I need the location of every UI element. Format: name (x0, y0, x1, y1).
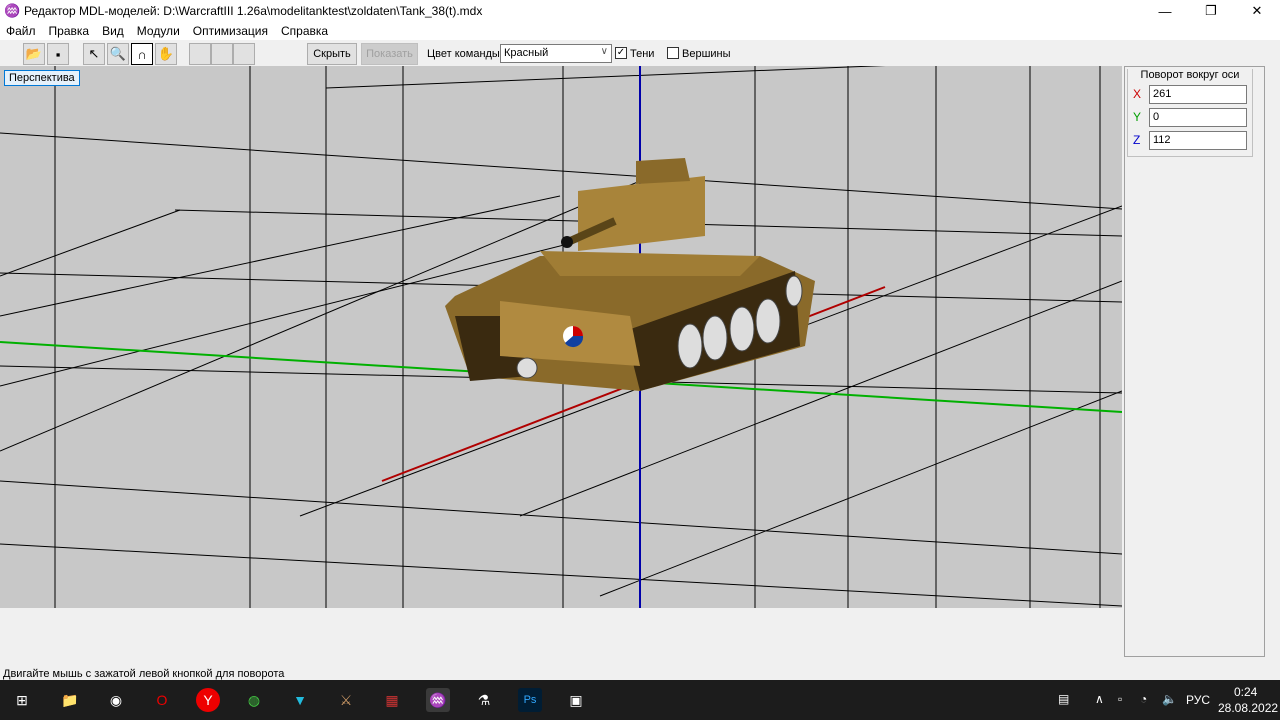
open-icon[interactable]: 📂 (23, 43, 45, 65)
menu-modules[interactable]: Модули (137, 24, 180, 38)
toolbar: 📂 ▪ ↖ 🔍 ∩ ✋ Скрыть Показать Цвет команды… (0, 41, 1280, 66)
flask-icon[interactable]: ⚗ (472, 688, 496, 712)
perspective-label[interactable]: Перспектива (4, 70, 80, 86)
grid-and-model (0, 66, 1122, 608)
blank-tool-1[interactable] (189, 43, 211, 65)
window-title: Редактор MDL-моделей: D:\WarcraftIII 1.2… (24, 4, 483, 18)
status-bar: Двигайте мышь с зажатой левой кнопкой дл… (3, 668, 285, 680)
rotation-x-input[interactable]: 261 (1149, 85, 1247, 104)
rotation-title: Поворот вокруг оси (1128, 69, 1252, 81)
menu-optimization[interactable]: Оптимизация (193, 24, 268, 38)
rotation-panel: Поворот вокруг оси X 261 Y 0 Z 112 (1124, 66, 1265, 657)
start-icon[interactable]: ⊞ (10, 688, 34, 712)
rotation-group: Поворот вокруг оси X 261 Y 0 Z 112 (1127, 69, 1253, 157)
mdl-editor-icon[interactable]: ♒ (426, 688, 450, 712)
app-icon: ♒ (4, 3, 21, 18)
taskbar: ⊞ 📁 ◉ O Y ◍ ▼ ⚔ ▦ ♒ ⚗ Ps ▣ ▤ ∧ ▫ ◔ 🔈 РУС… (0, 680, 1280, 720)
3d-viewport[interactable]: Перспектива (0, 66, 1122, 608)
wifi-icon[interactable]: ◔ (1140, 692, 1147, 706)
title-bar: ♒ Редактор MDL-моделей: D:\WarcraftIII 1… (0, 0, 1280, 22)
shadows-checkbox[interactable]: ✓ (615, 47, 627, 59)
vertices-label: Вершины (682, 48, 731, 60)
menu-view[interactable]: Вид (102, 24, 124, 38)
torrent-icon[interactable]: ◍ (242, 688, 266, 712)
camera-icon[interactable]: ▫ (1118, 692, 1122, 706)
close-button[interactable]: ✕ (1234, 0, 1280, 22)
warcraft-icon[interactable]: ⚔ (334, 688, 358, 712)
window-app-icon[interactable]: ▣ (564, 688, 588, 712)
menu-bar: Файл Правка Вид Модули Оптимизация Справ… (0, 22, 1280, 40)
shadows-label: Тени (630, 48, 655, 60)
team-color-select[interactable]: Красный ∨ (500, 44, 612, 63)
hide-button[interactable]: Скрыть (307, 43, 357, 65)
minimize-button[interactable]: — (1142, 0, 1188, 22)
clock-time[interactable]: 0:24 (1234, 685, 1257, 699)
show-button[interactable]: Показать (361, 43, 418, 65)
vpn-icon[interactable]: ▼ (288, 688, 312, 712)
menu-help[interactable]: Справка (281, 24, 328, 38)
volume-icon[interactable]: 🔈 (1162, 692, 1177, 706)
opera-icon[interactable]: O (150, 688, 174, 712)
blank-tool-2[interactable] (211, 43, 233, 65)
yandex-icon[interactable]: Y (196, 688, 220, 712)
z-label: Z (1133, 133, 1141, 147)
team-color-value: Красный (504, 47, 549, 59)
x-label: X (1133, 87, 1142, 101)
restore-button[interactable]: ❐ (1188, 0, 1234, 22)
menu-file[interactable]: Файл (6, 24, 36, 38)
zoom-icon[interactable]: 🔍 (107, 43, 129, 65)
team-color-label: Цвет команды: (427, 48, 503, 60)
select-icon[interactable]: ↖ (83, 43, 105, 65)
chevron-down-icon: ∨ (600, 46, 608, 57)
tank-model (445, 158, 815, 391)
y-label: Y (1133, 110, 1142, 124)
pan-hand-icon[interactable]: ✋ (155, 43, 177, 65)
steam-icon[interactable]: ◉ (104, 688, 128, 712)
save-icon[interactable]: ▪ (47, 43, 69, 65)
language-indicator[interactable]: РУС (1186, 693, 1210, 707)
blank-tool-3[interactable] (233, 43, 255, 65)
photoshop-icon[interactable]: Ps (518, 688, 542, 712)
rotate-icon[interactable]: ∩ (131, 43, 153, 65)
news-icon[interactable]: ▤ (1058, 692, 1069, 706)
rotation-y-input[interactable]: 0 (1149, 108, 1247, 127)
vertices-checkbox[interactable] (667, 47, 679, 59)
rotation-z-input[interactable]: 112 (1149, 131, 1247, 150)
winrar-icon[interactable]: ▦ (380, 688, 404, 712)
file-explorer-icon[interactable]: 📁 (58, 688, 82, 712)
chevron-up-icon[interactable]: ∧ (1095, 692, 1104, 706)
menu-edit[interactable]: Правка (49, 24, 90, 38)
clock-date[interactable]: 28.08.2022 (1218, 701, 1278, 715)
